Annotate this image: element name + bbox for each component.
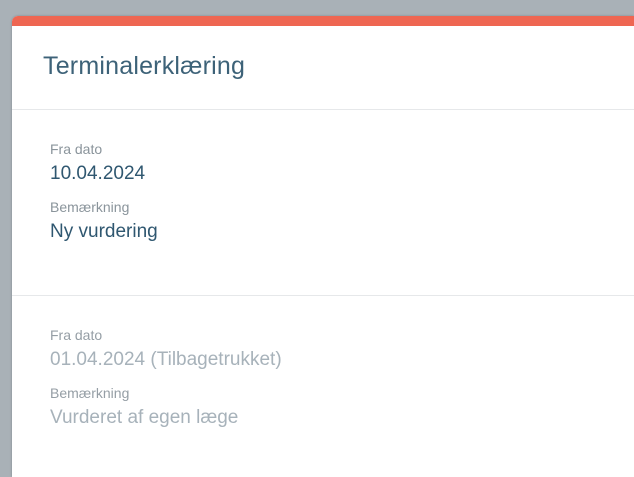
note-label: Bemærkning [50,199,130,215]
declaration-entry-active: Fra dato 10.04.2024 Bemærkning Ny vurder… [12,110,634,296]
card-title: Terminalerklæring [43,52,246,80]
from-date-value: 10.04.2024 [50,163,146,184]
card-accent-bar [12,16,634,26]
declaration-entry-withdrawn: Fra dato 01.04.2024 (Tilbagetrukket) Bem… [12,296,634,477]
from-date-value: 01.04.2024 (Tilbagetrukket) [50,349,282,370]
note-value: Ny vurdering [50,221,158,242]
from-date-label: Fra dato [50,141,103,157]
terminal-declaration-card: Terminalerklæring Fra dato 10.04.2024 Be… [12,16,634,477]
note-value: Vurderet af egen læge [50,407,239,428]
card-header: Terminalerklæring [12,26,634,110]
from-date-label: Fra dato [50,327,103,343]
note-label: Bemærkning [50,385,130,401]
